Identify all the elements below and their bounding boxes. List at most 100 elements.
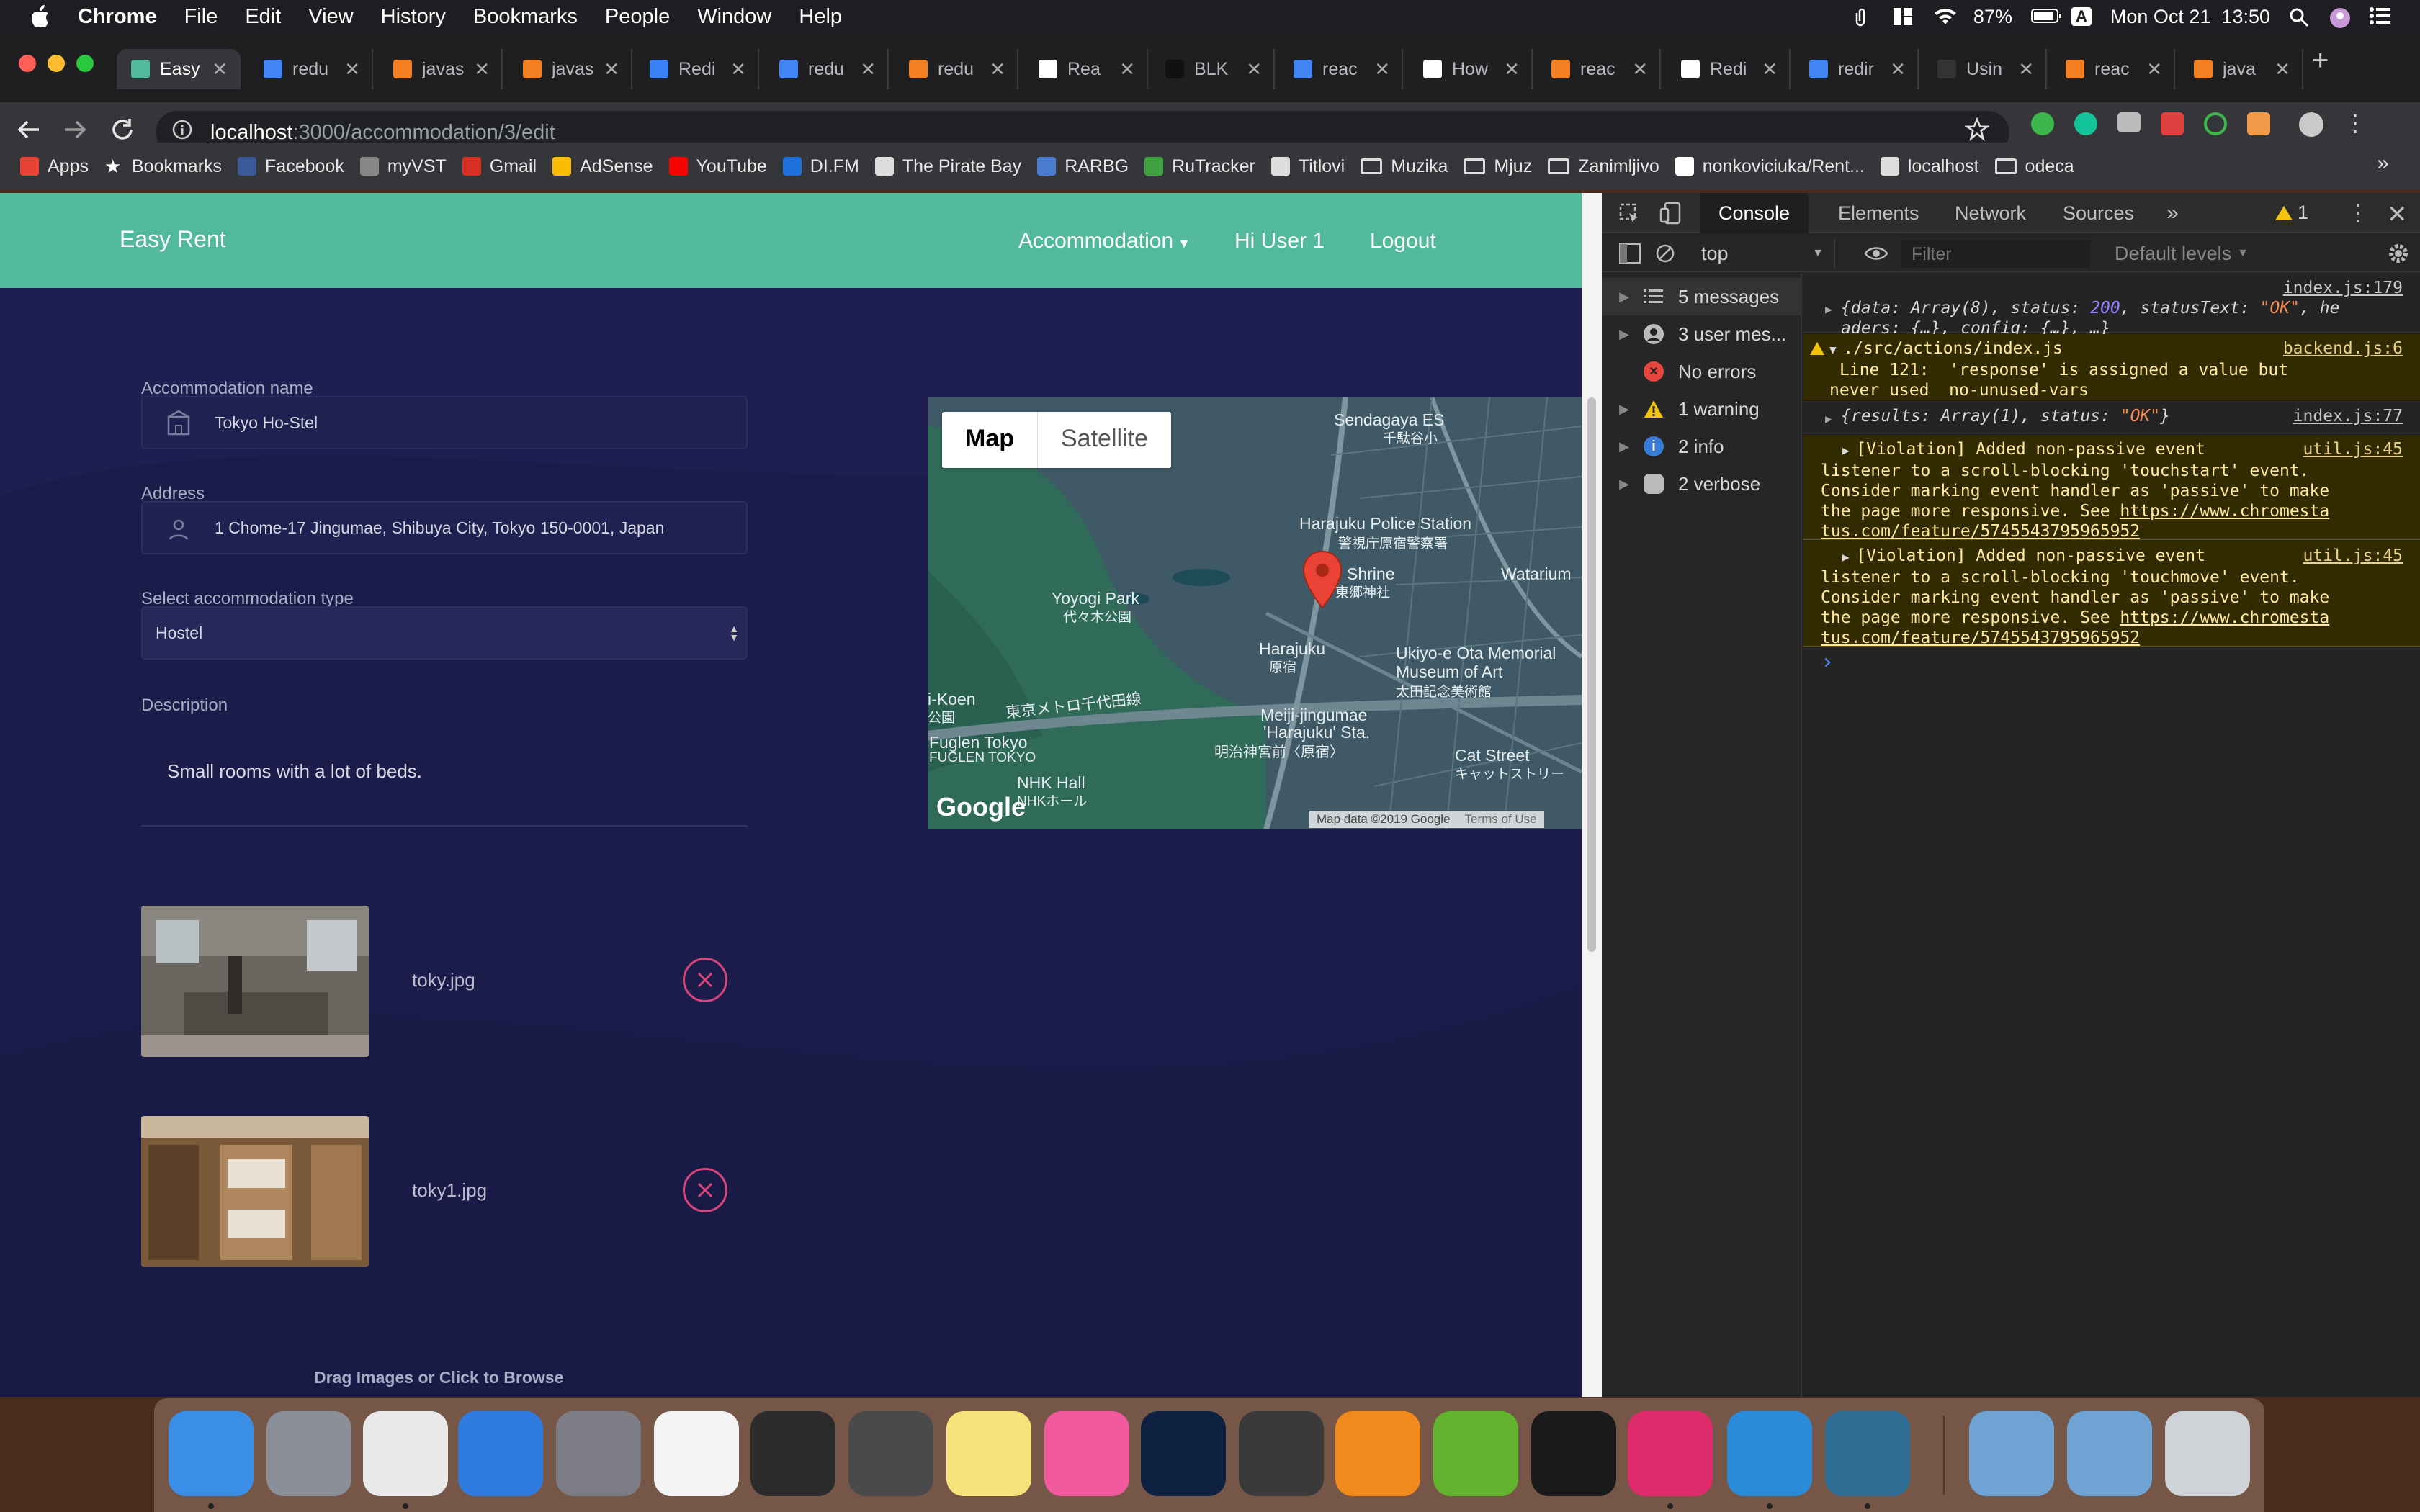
browser-tab[interactable]: redu ✕ — [765, 49, 889, 89]
utorrent-icon[interactable] — [1433, 1411, 1518, 1496]
console-log-entry[interactable]: index.js:77 ▶ {results: Array(1), status… — [1803, 402, 2420, 433]
context-selector[interactable]: top ▼ — [1684, 239, 1835, 268]
brand-logo[interactable]: Easy Rent — [120, 226, 226, 253]
browser-tab[interactable]: javas ✕ — [379, 49, 503, 89]
spotlight-search-icon[interactable] — [2289, 7, 2311, 27]
tab-close-icon[interactable]: ✕ — [1374, 58, 1390, 81]
tab-close-icon[interactable]: ✕ — [2146, 58, 2162, 81]
bookmark-item[interactable]: RuTracker — [1144, 156, 1255, 177]
applications-folder-icon[interactable] — [1969, 1411, 2054, 1496]
bookmark-item[interactable]: myVST — [359, 156, 447, 177]
notification-center-icon[interactable] — [2370, 7, 2391, 26]
expand-arrow-icon[interactable]: ▼ — [1829, 343, 1843, 356]
tab-close-icon[interactable]: ✕ — [212, 58, 228, 81]
camera-extension-icon[interactable] — [2118, 112, 2141, 132]
reload-icon[interactable] — [109, 117, 135, 146]
browser-tab[interactable]: reac ✕ — [1279, 49, 1403, 89]
extension-green-icon[interactable] — [2031, 112, 2054, 135]
launchpad-icon[interactable] — [266, 1411, 351, 1496]
menu-history[interactable]: History — [381, 5, 446, 29]
final-cut-icon[interactable] — [750, 1411, 835, 1496]
tab-close-icon[interactable]: ✕ — [2018, 58, 2034, 81]
type-select[interactable]: Hostel ▲ ▼ — [141, 606, 748, 660]
description-textarea[interactable]: Small rooms with a lot of beds. — [141, 726, 748, 827]
chromestatus-link[interactable]: tus.com/feature/5745543795965952 — [1821, 629, 2140, 647]
tab-close-icon[interactable]: ✕ — [1119, 58, 1135, 81]
ableton-live-icon[interactable] — [1239, 1411, 1324, 1496]
downloads-folder-icon[interactable] — [2067, 1411, 2152, 1496]
menu-clock[interactable]: Mon Oct 21 13:50 — [2110, 6, 2270, 28]
mysql-workbench-icon[interactable] — [1825, 1411, 1910, 1496]
paperclip-icon[interactable] — [1852, 7, 1874, 27]
tab-close-icon[interactable]: ✕ — [730, 58, 746, 81]
console-filter-input[interactable] — [1901, 240, 2090, 268]
tab-close-icon[interactable]: ✕ — [860, 58, 876, 81]
console-violation-entry[interactable]: util.js:45 ▶ [Violation] Added non-passi… — [1803, 435, 2420, 541]
bookmark-item[interactable]: Titlovi — [1270, 156, 1345, 177]
device-toolbar-icon[interactable] — [1659, 202, 1682, 230]
scrollbar-thumb[interactable] — [1587, 397, 1596, 952]
system-preferences-icon[interactable] — [556, 1411, 641, 1496]
browser-tab[interactable]: BLK ✕ — [1151, 49, 1275, 89]
bookmark-item[interactable]: Apps — [20, 156, 89, 177]
browser-tab[interactable]: reac ✕ — [2051, 49, 2175, 89]
bookmark-item[interactable]: odeca — [1994, 156, 2074, 177]
tab-close-icon[interactable]: ✕ — [604, 58, 619, 81]
window-close-button[interactable] — [19, 55, 36, 72]
devtools-tab-sources[interactable]: Sources — [2063, 193, 2134, 233]
tab-close-icon[interactable]: ✕ — [2275, 58, 2290, 81]
tab-close-icon[interactable]: ✕ — [1890, 58, 1906, 81]
map-type-map-button[interactable]: Map — [942, 412, 1037, 468]
expand-arrow-icon[interactable]: ▶ — [1842, 444, 1856, 457]
nav-accommodation-dropdown[interactable]: Accommodation ▼ — [1018, 229, 1191, 253]
bookmark-item[interactable]: AdSense — [552, 156, 653, 177]
unknown-app-icon[interactable] — [848, 1411, 933, 1496]
sidebar-toggle-icon[interactable] — [1619, 243, 1641, 269]
console-sidebar-item[interactable]: ▶ 2 verbose — [1602, 465, 1802, 503]
photos-icon[interactable] — [654, 1411, 739, 1496]
extension-red-icon[interactable] — [2161, 112, 2184, 135]
grammarly-icon[interactable] — [2074, 112, 2097, 135]
new-tab-plus-icon[interactable]: + — [2312, 45, 2329, 77]
user-avatar-icon[interactable] — [2329, 7, 2351, 28]
vlc-icon[interactable] — [1335, 1411, 1420, 1496]
page-scrollbar[interactable] — [1582, 193, 1602, 1397]
expand-arrow-icon[interactable]: ▶ — [1825, 300, 1832, 320]
browser-tab[interactable]: Easy ✕ — [117, 49, 241, 89]
nav-user-link[interactable]: Hi User 1 — [1234, 229, 1325, 253]
console-prompt-line[interactable]: › — [1803, 649, 2420, 678]
clear-console-icon[interactable] — [1655, 243, 1675, 269]
devtools-warning-counter[interactable]: 1 — [2275, 202, 2308, 224]
window-tiling-icon[interactable] — [1893, 7, 1914, 26]
map-marker-pin-icon[interactable] — [1301, 550, 1344, 611]
menu-help[interactable]: Help — [799, 5, 842, 29]
browser-tab[interactable]: redu ✕ — [249, 49, 373, 89]
extension-target-icon[interactable] — [2204, 112, 2227, 135]
bookmark-item[interactable]: Zanimljivo — [1548, 156, 1659, 177]
source-link[interactable]: backend.js:6 — [2283, 338, 2403, 359]
devtools-menu-icon[interactable]: ⋮ — [2347, 199, 2370, 226]
menu-view[interactable]: View — [308, 5, 353, 29]
tab-close-icon[interactable]: ✕ — [1762, 58, 1778, 81]
expand-arrow-icon[interactable]: ▶ — [1825, 409, 1832, 429]
name-input[interactable]: Tokyo Ho-Stel — [141, 396, 748, 449]
bookmark-item[interactable]: Mjuz — [1464, 156, 1532, 177]
map-type-satellite-button[interactable]: Satellite — [1037, 412, 1171, 468]
window-maximize-button[interactable] — [76, 55, 94, 72]
bookmark-item[interactable]: Facebook — [238, 156, 344, 177]
log-levels-dropdown[interactable]: Default levels ▼ — [2106, 239, 2264, 268]
bookmark-item[interactable]: Muzika — [1361, 156, 1448, 177]
browser-tab[interactable]: javas ✕ — [508, 49, 632, 89]
console-warning-entry[interactable]: backend.js:6 ▼ ./src/actions/index.js Li… — [1803, 334, 2420, 400]
bookmark-item[interactable]: Gmail — [462, 156, 537, 177]
browser-tab[interactable]: How ✕ — [1409, 49, 1533, 89]
console-violation-entry[interactable]: util.js:45 ▶ [Violation] Added non-passi… — [1803, 541, 2420, 647]
dropzone-hint[interactable]: Drag Images or Click to Browse — [314, 1368, 563, 1387]
browser-tab[interactable]: Redi ✕ — [635, 49, 759, 89]
remove-image-button[interactable] — [683, 1168, 727, 1212]
nav-logout-link[interactable]: Logout — [1370, 229, 1436, 253]
menu-bookmarks[interactable]: Bookmarks — [473, 5, 578, 29]
browser-tab[interactable]: redu ✕ — [895, 49, 1018, 89]
bookmarks-overflow-icon[interactable]: » — [2377, 151, 2389, 176]
bookmark-item[interactable]: ★ Bookmarks — [104, 156, 222, 177]
